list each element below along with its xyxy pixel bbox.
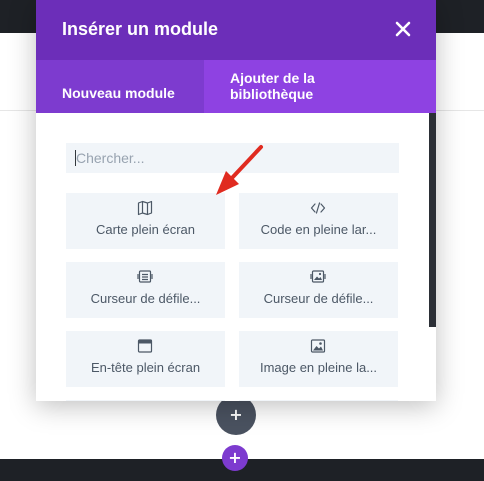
tab-new-module[interactable]: Nouveau module bbox=[36, 60, 204, 113]
modal-header: Insérer un module bbox=[36, 0, 436, 60]
module-fullwidth-slider[interactable]: Curseur de défile... bbox=[66, 262, 225, 318]
close-icon[interactable] bbox=[392, 18, 414, 40]
image-icon bbox=[310, 339, 326, 353]
module-fullwidth-post-slider[interactable]: Curseur de défile... bbox=[239, 262, 398, 318]
modal-title: Insérer un module bbox=[62, 19, 219, 39]
text-caret bbox=[75, 150, 76, 166]
header-icon bbox=[137, 339, 153, 353]
module-fullwidth-menu[interactable] bbox=[66, 400, 225, 401]
module-label: Code en pleine lar... bbox=[260, 222, 377, 237]
modal-tabs: Nouveau module Ajouter de la bibliothèqu… bbox=[36, 60, 436, 113]
tab-add-from-library-label: Ajouter de la bibliothèque bbox=[230, 70, 315, 102]
module-label: Curseur de défile... bbox=[90, 291, 201, 306]
code-icon bbox=[310, 202, 326, 214]
post-slider-icon bbox=[310, 270, 326, 283]
module-label: Carte plein écran bbox=[96, 222, 195, 237]
map-icon bbox=[137, 200, 153, 216]
add-row-plus-icon: + bbox=[229, 405, 243, 424]
tab-add-from-library[interactable]: Ajouter de la bibliothèque bbox=[204, 60, 436, 113]
insert-module-modal: Insérer un module Nouveau module Ajouter… bbox=[36, 0, 436, 401]
modal-body: Carte plein écran Code en pleine lar... … bbox=[36, 113, 436, 401]
module-fullwidth-map[interactable]: Carte plein écran bbox=[66, 193, 225, 249]
module-fullwidth-code[interactable]: Code en pleine lar... bbox=[239, 193, 398, 249]
scrollbar[interactable] bbox=[429, 113, 436, 327]
module-fullwidth-image[interactable]: Image en pleine la... bbox=[239, 331, 398, 387]
tab-new-module-label: Nouveau module bbox=[62, 85, 175, 101]
module-label: Curseur de défile... bbox=[263, 291, 374, 306]
slider-icon bbox=[137, 270, 153, 283]
module-fullwidth-header[interactable]: En-tête plein écran bbox=[66, 331, 225, 387]
search-input[interactable] bbox=[66, 143, 399, 173]
module-label: Image en pleine la... bbox=[259, 360, 378, 375]
module-label: En-tête plein écran bbox=[90, 360, 201, 375]
add-section-button[interactable]: + bbox=[222, 445, 248, 471]
module-fullwidth-table[interactable] bbox=[239, 400, 398, 401]
